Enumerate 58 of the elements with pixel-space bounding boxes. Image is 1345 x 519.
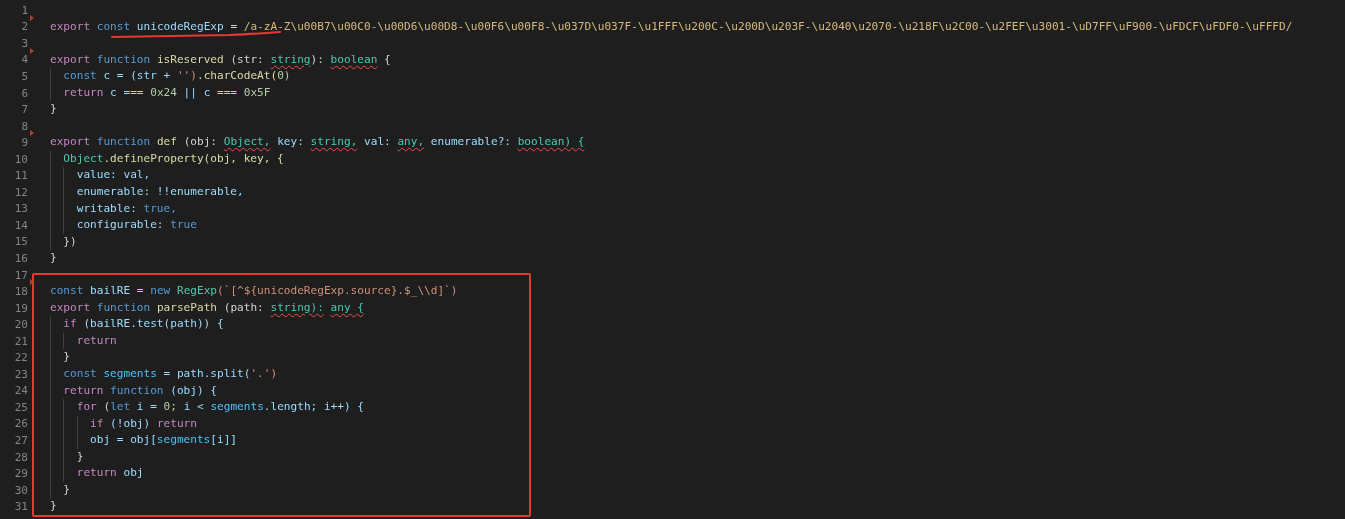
code-line: return c === 0x24 || c === 0x5F <box>63 84 271 101</box>
code-line: export function isReserved (str: string): boolean { <box>50 51 391 68</box>
line-number: 4 <box>21 53 28 67</box>
line-number: 15 <box>14 235 28 249</box>
line-number: 20 <box>14 318 28 332</box>
line-number: 8 <box>21 119 28 133</box>
code-line: for (let i = 0; i < segments.length; i++) { <box>76 399 364 416</box>
line-number: 11 <box>14 169 28 183</box>
line-number: 22 <box>14 351 28 365</box>
line-number: 29 <box>14 467 28 481</box>
code-line: } <box>50 498 57 515</box>
line-number: 14 <box>14 218 28 232</box>
code-line: value: val, <box>76 167 151 184</box>
line-number: 12 <box>14 185 28 199</box>
line-number: 16 <box>14 251 28 265</box>
code-line: obj = obj[segments[i]] <box>90 432 237 449</box>
line-number: 31 <box>14 500 28 514</box>
line-number: 7 <box>21 103 28 117</box>
code-line: const segments = path.split('.') <box>63 366 278 383</box>
code-line: configurable: true <box>76 217 197 234</box>
code-line: } <box>50 101 57 118</box>
line-number: 28 <box>14 450 28 464</box>
line-number: 26 <box>14 417 28 431</box>
code-line: }) <box>63 233 77 250</box>
line-number: 5 <box>21 69 28 83</box>
code-line: const c = (str + '').charCodeAt(0) <box>63 68 291 85</box>
code-line: } <box>76 448 84 465</box>
line-number: 21 <box>14 334 28 348</box>
code-line: export const unicodeRegExp = /a-zA-Z\u00B7\u00C0-\u00D6\u00D8-\u00F6\u00F8-\u037D\u037F-\u1FFF\u200C-\u200D\u203F-\u2040\u2070-\u218F\u2C00-\u2FEF\u3001-\uD7FF\uF900-\uFDCF\uFDF0-\uFFFD/ <box>50 18 1293 35</box>
line-number: 17 <box>14 268 28 282</box>
line-number: 30 <box>14 483 28 497</box>
code-line: export function parsePath (path: string): any { <box>50 299 364 316</box>
line-number: 25 <box>14 400 28 414</box>
code-line: const bailRE = new RegExp(`[^${unicodeRegExp.source}.$_\\d]`) <box>50 283 458 300</box>
line-number: 13 <box>14 202 28 216</box>
code-line: export function def (obj: Object, key: string, val: any, enumerable?: boolean) { <box>50 134 585 151</box>
line-number: 1 <box>21 3 28 17</box>
line-number: 3 <box>21 36 28 50</box>
line-number: 6 <box>21 86 28 100</box>
code-line: } <box>63 349 71 366</box>
code-line: if (!obj) return <box>90 415 197 432</box>
line-number: 27 <box>14 434 28 447</box>
line-number: 19 <box>14 301 28 315</box>
line-number: 23 <box>14 367 28 381</box>
code-line: writable: true, <box>76 200 177 217</box>
code-line: return obj <box>76 465 144 482</box>
line-number: 18 <box>14 285 28 299</box>
code-line: enumerable: !!enumerable, <box>76 184 244 200</box>
code-line: if (bailRE.test(path)) { <box>63 316 224 333</box>
code-line: Object.defineProperty(obj, key, { <box>63 150 284 167</box>
line-number: 24 <box>14 384 28 398</box>
code-line: } <box>63 481 71 498</box>
line-number: 10 <box>14 152 28 166</box>
code-line: } <box>50 250 57 267</box>
code-line: return <box>76 332 117 349</box>
line-number: 2 <box>21 20 28 34</box>
code-line: return function (obj) { <box>63 382 217 399</box>
line-number: 9 <box>21 136 28 150</box>
